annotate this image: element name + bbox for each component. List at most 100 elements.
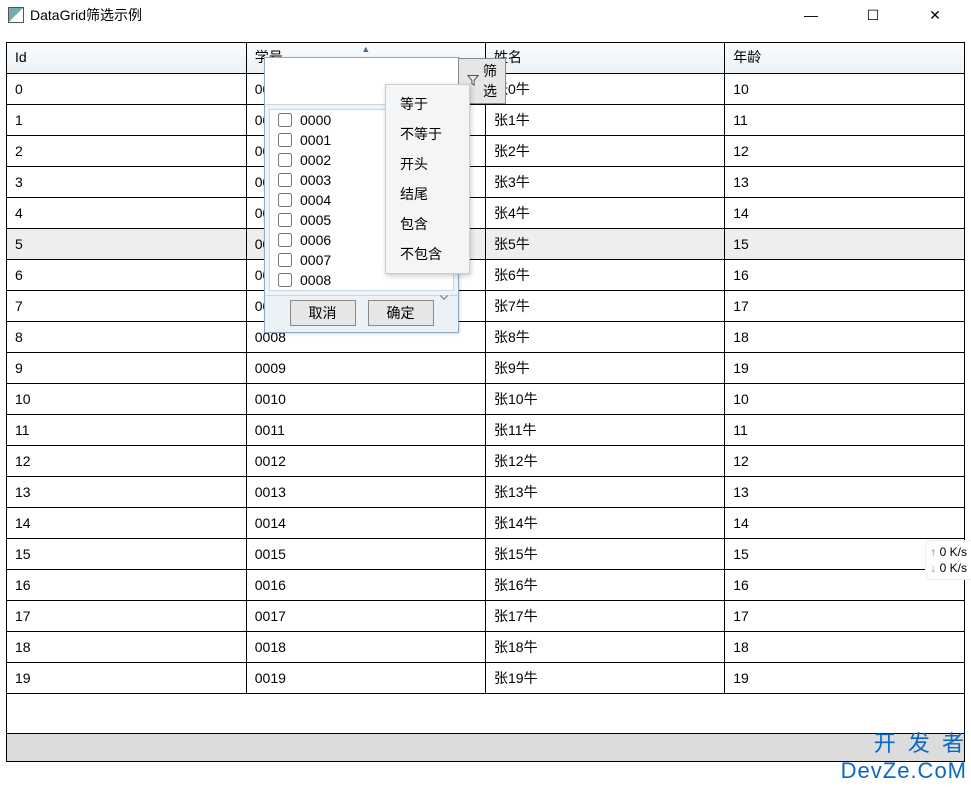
cell[interactable]: 18 [725,322,964,353]
cell[interactable]: 0 [7,74,246,105]
cell[interactable]: 张7牛 [486,291,725,322]
filter-cancel-button[interactable]: 取消 [290,300,356,326]
column-header[interactable]: 姓名 [486,43,725,74]
filter-value-checkbox[interactable] [278,173,292,187]
cell[interactable]: 18 [725,632,964,663]
maximize-button[interactable]: ☐ [851,1,895,29]
cell[interactable]: 10 [725,384,964,415]
cell[interactable]: 10 [725,74,964,105]
filter-type-menu-item[interactable]: 等于 [386,89,469,119]
minimize-button[interactable]: — [789,1,833,29]
cell[interactable]: 0014 [246,508,485,539]
chevron-down-icon[interactable] [438,290,450,306]
table-row[interactable]: 150015张15牛15 [7,539,964,570]
table-row[interactable]: 190019张19牛19 [7,663,964,694]
cell[interactable]: 张14牛 [486,508,725,539]
cell[interactable]: 5 [7,229,246,260]
cell[interactable]: 0016 [246,570,485,601]
cell[interactable]: 张19牛 [486,663,725,694]
table-row[interactable]: 160016张16牛16 [7,570,964,601]
table-row[interactable]: 20002张2牛12 [7,136,964,167]
cell[interactable]: 张15牛 [486,539,725,570]
cell[interactable]: 张18牛 [486,632,725,663]
table-row[interactable]: 140014张14牛14 [7,508,964,539]
cell[interactable]: 18 [7,632,246,663]
table-row[interactable]: 180018张18牛18 [7,632,964,663]
cell[interactable]: 14 [7,508,246,539]
cell[interactable]: 张8牛 [486,322,725,353]
cell[interactable]: 0017 [246,601,485,632]
filter-value-checkbox[interactable] [278,253,292,267]
cell[interactable]: 张4牛 [486,198,725,229]
cell[interactable]: 张5牛 [486,229,725,260]
cell[interactable]: 7 [7,291,246,322]
datagrid[interactable]: Id学号▲姓名年龄 00000张0牛1010001张1牛1120002张2牛12… [7,43,964,694]
cell[interactable]: 15 [725,539,964,570]
cell[interactable]: 张11牛 [486,415,725,446]
cell[interactable]: 13 [7,477,246,508]
cell[interactable]: 12 [7,446,246,477]
cell[interactable]: 张2牛 [486,136,725,167]
cell[interactable]: 0018 [246,632,485,663]
filter-type-menu-item[interactable]: 开头 [386,149,469,179]
filter-ok-button[interactable]: 确定 [368,300,434,326]
close-button[interactable]: ✕ [913,1,957,29]
table-row[interactable]: 120012张12牛12 [7,446,964,477]
cell[interactable]: 张3牛 [486,167,725,198]
cell[interactable]: 11 [725,415,964,446]
filter-value-checkbox[interactable] [278,133,292,147]
cell[interactable]: 1 [7,105,246,136]
cell[interactable]: 15 [7,539,246,570]
table-row[interactable]: 60006张6牛16 [7,260,964,291]
cell[interactable]: 16 [725,260,964,291]
filter-type-menu-item[interactable]: 不等于 [386,119,469,149]
filter-value-checkbox[interactable] [278,213,292,227]
table-row[interactable]: 50005张5牛15 [7,229,964,260]
cell[interactable]: 9 [7,353,246,384]
cell[interactable]: 19 [725,353,964,384]
filter-value-checkbox[interactable] [278,273,292,287]
cell[interactable]: 17 [725,601,964,632]
cell[interactable]: 0012 [246,446,485,477]
cell[interactable]: 17 [725,291,964,322]
table-row[interactable]: 130013张13牛13 [7,477,964,508]
cell[interactable]: 16 [725,570,964,601]
cell[interactable]: 14 [725,508,964,539]
cell[interactable]: 张9牛 [486,353,725,384]
cell[interactable]: 17 [7,601,246,632]
cell[interactable]: 6 [7,260,246,291]
filter-value-checkbox[interactable] [278,153,292,167]
cell[interactable]: 0009 [246,353,485,384]
cell[interactable]: 张12牛 [486,446,725,477]
cell[interactable]: 0019 [246,663,485,694]
cell[interactable]: 张0牛 [486,74,725,105]
cell[interactable]: 张13牛 [486,477,725,508]
cell[interactable]: 13 [725,477,964,508]
cell[interactable]: 8 [7,322,246,353]
cell[interactable]: 0013 [246,477,485,508]
filter-type-menu-item[interactable]: 包含 [386,209,469,239]
cell[interactable]: 张1牛 [486,105,725,136]
table-row[interactable]: 170017张17牛17 [7,601,964,632]
cell[interactable]: 14 [725,198,964,229]
cell[interactable]: 11 [7,415,246,446]
cell[interactable]: 19 [725,663,964,694]
cell[interactable]: 16 [7,570,246,601]
cell[interactable]: 0010 [246,384,485,415]
table-row[interactable]: 110011张11牛11 [7,415,964,446]
cell[interactable]: 2 [7,136,246,167]
table-row[interactable]: 100010张10牛10 [7,384,964,415]
table-row[interactable]: 40004张4牛14 [7,198,964,229]
cell[interactable]: 12 [725,446,964,477]
cell[interactable]: 0011 [246,415,485,446]
cell[interactable]: 张6牛 [486,260,725,291]
filter-type-menu-item[interactable]: 结尾 [386,179,469,209]
cell[interactable]: 15 [725,229,964,260]
filter-value-checkbox[interactable] [278,113,292,127]
cell[interactable]: 3 [7,167,246,198]
cell[interactable]: 张10牛 [486,384,725,415]
cell[interactable]: 张16牛 [486,570,725,601]
cell[interactable]: 13 [725,167,964,198]
table-row[interactable]: 90009张9牛19 [7,353,964,384]
cell[interactable]: 10 [7,384,246,415]
